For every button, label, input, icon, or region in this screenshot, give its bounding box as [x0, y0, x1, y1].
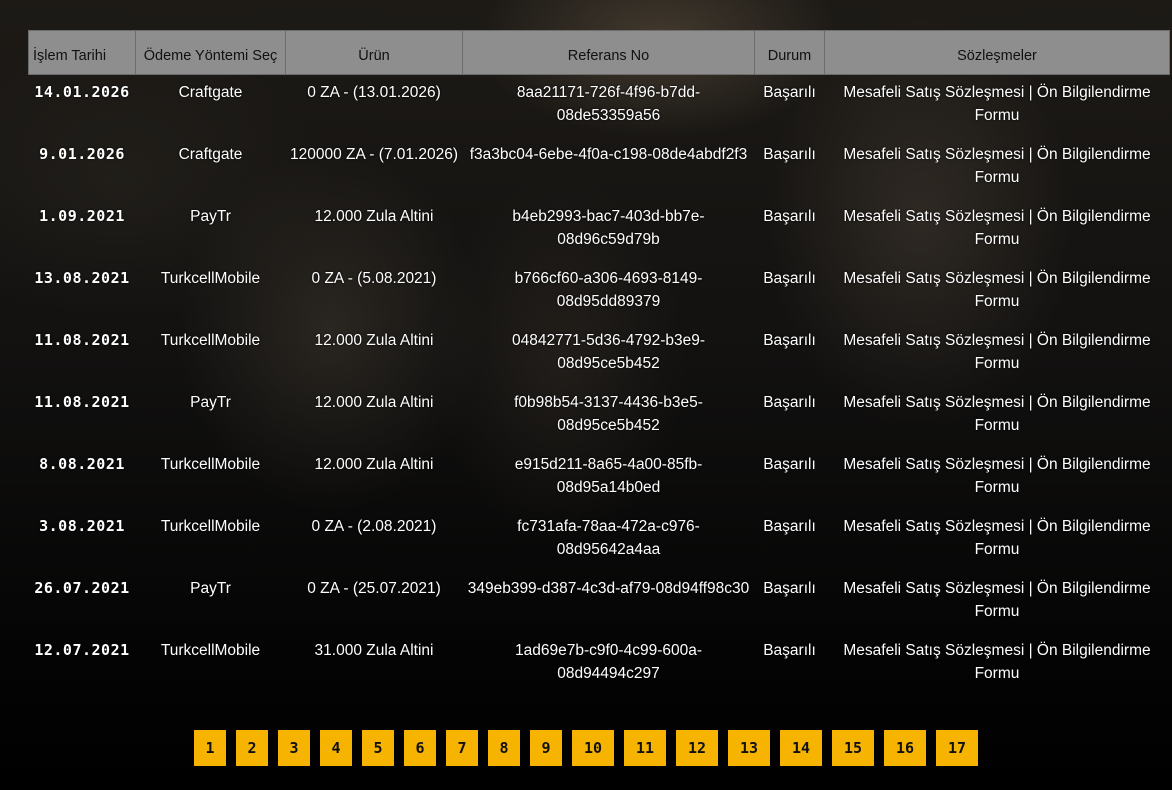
header-transaction-date: İşlem Tarihi	[28, 30, 136, 75]
status-cell: Başarılı	[763, 84, 816, 101]
table-row: 8.08.2021 TurkcellMobile 12.000 Zula Altin…	[29, 447, 1170, 509]
status-cell: Başarılı	[763, 332, 816, 349]
reference-no-cell: fc731afa-78aa-472a-c976-08d95642a4aa	[517, 518, 700, 558]
reference-no-cell: f0b98b54-3137-4436-b3e5-08d95ce5b452	[514, 394, 703, 434]
page-button-10[interactable]: 10	[572, 730, 614, 766]
product-cell: 12.000 Zula Altini	[314, 456, 434, 473]
status-cell: Başarılı	[763, 208, 816, 225]
transaction-history-panel: İşlem Tarihi Ödeme Yöntemi Seç Ürün Refe…	[28, 30, 1170, 695]
status-cell: Başarılı	[763, 146, 816, 163]
page-button-13[interactable]: 13	[728, 730, 770, 766]
product-cell: 120000 ZA - (7.01.2026)	[289, 146, 459, 163]
transaction-date-cell: 26.07.2021	[34, 579, 130, 597]
product-cell: 0 ZA - (13.01.2026)	[307, 84, 441, 101]
table-row: 11.08.2021 TurkcellMobile 12.000 Zula Alti…	[29, 323, 1170, 385]
page-button-14[interactable]: 14	[780, 730, 822, 766]
status-cell: Başarılı	[763, 518, 816, 535]
status-cell: Başarılı	[763, 580, 816, 597]
header-payment-method: Ödeme Yöntemi Seç	[135, 30, 286, 75]
contract-link[interactable]: Mesafeli Satış Sözleşmesi | Ön Bilgilend…	[825, 323, 1170, 385]
product-cell: 12.000 Zula Altini	[314, 394, 434, 411]
table-row: 1.09.2021 PayTr 12.000 Zula Altini b4eb2993…	[29, 199, 1170, 261]
contract-link[interactable]: Mesafeli Satış Sözleşmesi | Ön Bilgilend…	[825, 447, 1170, 509]
table-row: 12.07.2021 TurkcellMobile 31.000 Zula Alti…	[29, 633, 1170, 695]
product-cell: 0 ZA - (5.08.2021)	[311, 270, 437, 287]
table-row: 13.08.2021 TurkcellMobile 0 ZA - (5.08.202…	[29, 261, 1170, 323]
product-cell: 0 ZA - (2.08.2021)	[311, 518, 437, 535]
page-button-2[interactable]: 2	[236, 730, 268, 766]
payment-method-cell: PayTr	[190, 394, 231, 411]
status-cell: Başarılı	[763, 456, 816, 473]
payment-method-cell: TurkcellMobile	[160, 642, 261, 659]
table-row: 14.01.2026 Craftgate 0 ZA - (13.01.2026) 8a…	[29, 75, 1170, 138]
page-button-15[interactable]: 15	[832, 730, 874, 766]
contract-link[interactable]: Mesafeli Satış Sözleşmesi | Ön Bilgilend…	[825, 509, 1170, 571]
product-cell: 31.000 Zula Altini	[314, 642, 434, 659]
reference-no-cell: b766cf60-a306-4693-8149-08d95dd89379	[514, 270, 703, 310]
product-cell: 12.000 Zula Altini	[314, 332, 434, 349]
page-button-8[interactable]: 8	[488, 730, 520, 766]
reference-no-cell: 8aa21171-726f-4f96-b7dd-08de53359a56	[516, 84, 701, 124]
transaction-date-cell: 9.01.2026	[39, 145, 125, 163]
payment-method-cell: Craftgate	[178, 146, 243, 163]
payment-method-cell: TurkcellMobile	[160, 332, 261, 349]
payment-method-cell: PayTr	[190, 580, 231, 597]
reference-no-cell: 1ad69e7b-c9f0-4c99-600a-08d94494c297	[515, 642, 702, 682]
transaction-date-cell: 8.08.2021	[39, 455, 125, 473]
page-button-9[interactable]: 9	[530, 730, 562, 766]
reference-no-cell: b4eb2993-bac7-403d-bb7e-08d96c59d79b	[512, 208, 705, 248]
header-status: Durum	[754, 30, 825, 75]
status-cell: Başarılı	[763, 394, 816, 411]
transaction-date-cell: 3.08.2021	[39, 517, 125, 535]
payment-method-cell: PayTr	[190, 208, 231, 225]
reference-no-cell: e915d211-8a65-4a00-85fb-08d95a14b0ed	[514, 456, 703, 496]
payment-method-cell: TurkcellMobile	[160, 518, 261, 535]
header-contracts: Sözleşmeler	[824, 30, 1170, 75]
contract-link[interactable]: Mesafeli Satış Sözleşmesi | Ön Bilgilend…	[825, 571, 1170, 633]
reference-no-cell: f3a3bc04-6ebe-4f0a-c198-08de4abdf2f3	[469, 146, 748, 163]
page-button-7[interactable]: 7	[446, 730, 478, 766]
page-button-4[interactable]: 4	[320, 730, 352, 766]
contract-link[interactable]: Mesafeli Satış Sözleşmesi | Ön Bilgilend…	[825, 385, 1170, 447]
page-button-16[interactable]: 16	[884, 730, 926, 766]
status-cell: Başarılı	[763, 270, 816, 287]
payment-method-cell: TurkcellMobile	[160, 270, 261, 287]
header-product: Ürün	[285, 30, 463, 75]
page-button-3[interactable]: 3	[278, 730, 310, 766]
page-button-5[interactable]: 5	[362, 730, 394, 766]
transaction-date-cell: 13.08.2021	[34, 269, 130, 287]
table-row: 26.07.2021 PayTr 0 ZA - (25.07.2021) 349eb3…	[29, 571, 1170, 633]
table-row: 3.08.2021 TurkcellMobile 0 ZA - (2.08.2021…	[29, 509, 1170, 571]
contract-link[interactable]: Mesafeli Satış Sözleşmesi | Ön Bilgilend…	[825, 137, 1170, 199]
page-button-6[interactable]: 6	[404, 730, 436, 766]
page-button-11[interactable]: 11	[624, 730, 666, 766]
product-cell: 12.000 Zula Altini	[314, 208, 434, 225]
status-cell: Başarılı	[763, 642, 816, 659]
transaction-date-cell: 11.08.2021	[34, 331, 130, 349]
contract-link[interactable]: Mesafeli Satış Sözleşmesi | Ön Bilgilend…	[825, 633, 1170, 695]
transaction-date-cell: 11.08.2021	[34, 393, 130, 411]
contract-link[interactable]: Mesafeli Satış Sözleşmesi | Ön Bilgilend…	[825, 261, 1170, 323]
transaction-date-cell: 1.09.2021	[39, 207, 125, 225]
table-row: 9.01.2026 Craftgate 120000 ZA - (7.01.2026…	[29, 137, 1170, 199]
payment-method-cell: TurkcellMobile	[160, 456, 261, 473]
contract-link[interactable]: Mesafeli Satış Sözleşmesi | Ön Bilgilend…	[825, 199, 1170, 261]
payment-method-cell: Craftgate	[178, 84, 243, 101]
reference-no-cell: 349eb399-d387-4c3d-af79-08d94ff98c30	[467, 580, 750, 597]
table-row: 11.08.2021 PayTr 12.000 Zula Altini f0b98b5…	[29, 385, 1170, 447]
product-cell: 0 ZA - (25.07.2021)	[307, 580, 441, 597]
transaction-table: İşlem Tarihi Ödeme Yöntemi Seç Ürün Refe…	[28, 30, 1170, 695]
page-button-12[interactable]: 12	[676, 730, 718, 766]
transaction-date-cell: 14.01.2026	[34, 83, 130, 101]
transaction-date-cell: 12.07.2021	[34, 641, 130, 659]
header-reference-no: Referans No	[462, 30, 755, 75]
page-button-17[interactable]: 17	[936, 730, 978, 766]
contract-link[interactable]: Mesafeli Satış Sözleşmesi | Ön Bilgilend…	[825, 75, 1170, 138]
page-button-1[interactable]: 1	[194, 730, 226, 766]
reference-no-cell: 04842771-5d36-4792-b3e9-08d95ce5b452	[511, 332, 706, 372]
table-header-row: İşlem Tarihi Ödeme Yöntemi Seç Ürün Refe…	[28, 30, 1170, 75]
pagination: 1 2 3 4 5 6 7 8 9 10 11 12 13 14 15 16 17	[0, 730, 1172, 766]
